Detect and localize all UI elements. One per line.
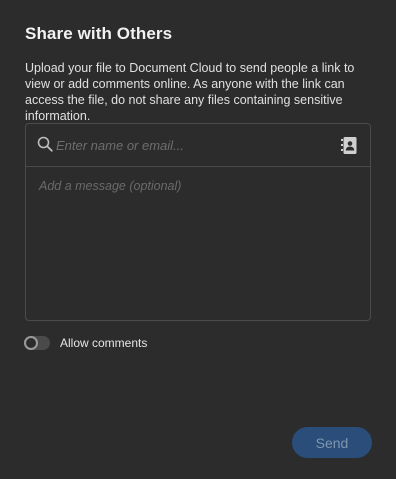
- address-book-icon[interactable]: [341, 137, 357, 154]
- toggle-knob: [24, 336, 38, 350]
- recipient-row: [26, 124, 370, 167]
- send-button[interactable]: Send: [292, 427, 372, 458]
- recipient-input[interactable]: [56, 134, 326, 156]
- search-icon: [37, 136, 53, 152]
- dialog-description: Upload your file to Document Cloud to se…: [25, 61, 355, 123]
- share-dialog: Share with Others Upload your file to Do…: [0, 0, 396, 479]
- share-form-box: [25, 123, 371, 321]
- message-textarea[interactable]: [26, 167, 370, 320]
- dialog-title: Share with Others: [25, 24, 173, 43]
- allow-comments-toggle[interactable]: [24, 336, 50, 350]
- allow-comments-row: Allow comments: [24, 334, 147, 352]
- allow-comments-label[interactable]: Allow comments: [60, 336, 147, 350]
